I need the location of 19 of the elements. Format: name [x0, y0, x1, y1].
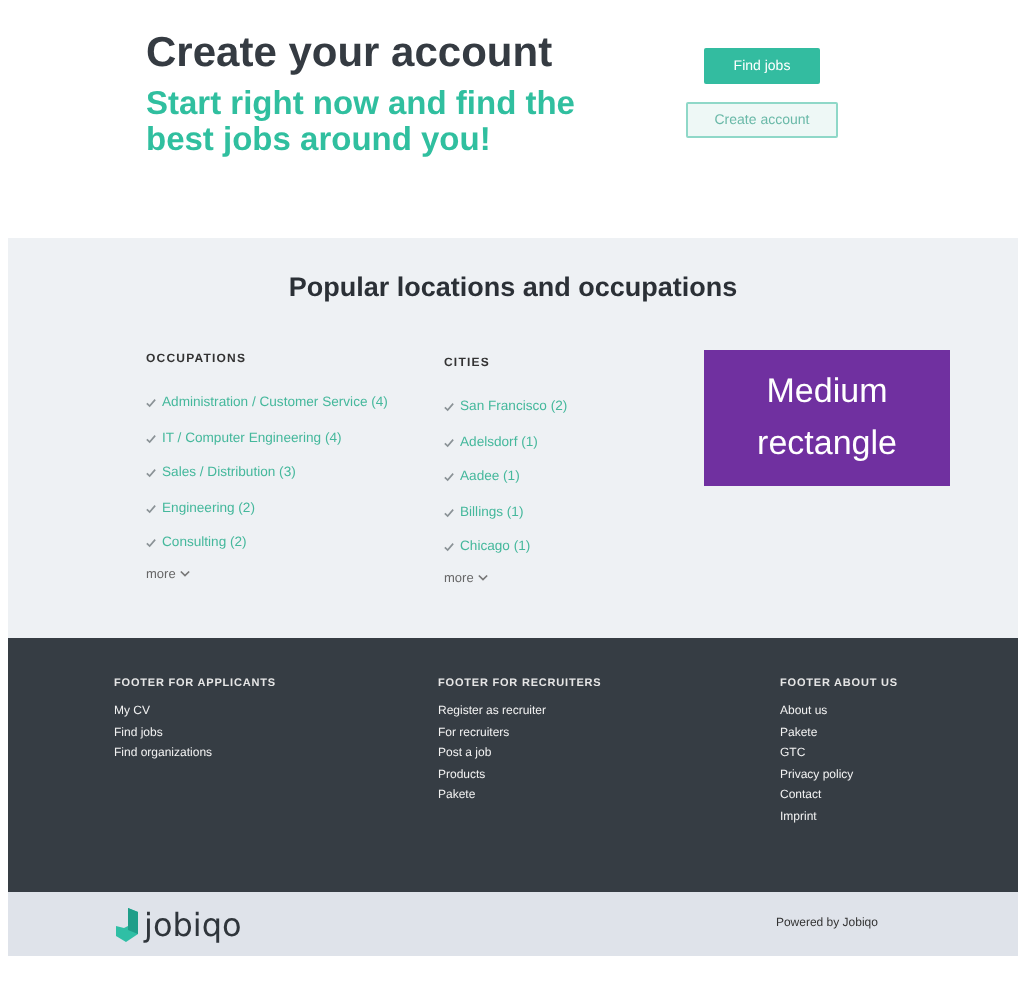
- logo-icon: [116, 907, 138, 941]
- check-icon: [146, 433, 156, 444]
- check-icon: [146, 398, 156, 409]
- chevron-down-icon: [179, 570, 190, 578]
- ad-label: rectangle: [757, 424, 897, 464]
- check-icon: [444, 472, 454, 483]
- check-icon: [146, 503, 156, 514]
- section-heading: Popular locations and occupations: [286, 272, 740, 302]
- check-icon: [146, 538, 156, 549]
- ad-label: Medium: [766, 372, 888, 412]
- check-icon: [444, 437, 454, 448]
- check-icon: [444, 542, 454, 553]
- page-heading: Create your account: [146, 28, 555, 78]
- logo-wordmark: jobiqo: [144, 905, 242, 943]
- page-subheading: Start right now and find the best jobs around you!: [146, 86, 577, 158]
- check-icon: [444, 402, 454, 413]
- check-icon: [146, 468, 156, 479]
- check-icon: [444, 507, 454, 518]
- chevron-down-icon: [477, 574, 488, 582]
